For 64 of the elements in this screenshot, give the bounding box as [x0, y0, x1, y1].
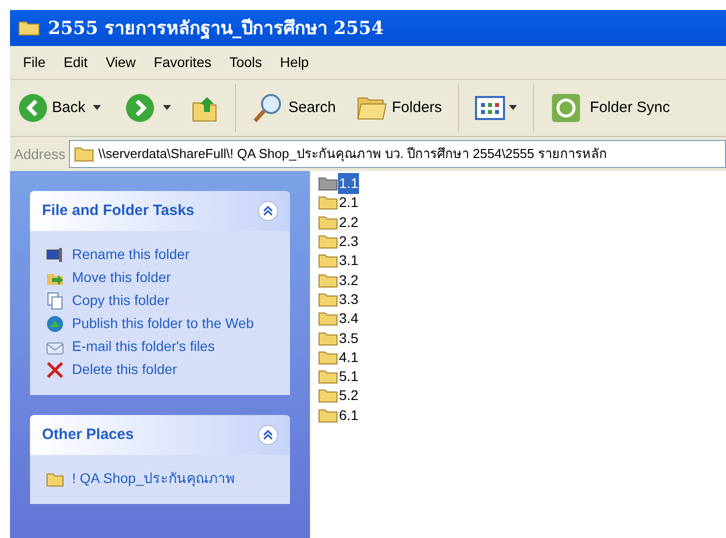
menu-item[interactable]: View	[96, 52, 145, 73]
folder-icon	[18, 20, 40, 36]
folder-icon	[318, 350, 338, 365]
menu-item[interactable]: Help	[271, 52, 318, 73]
folder-name[interactable]: 2.1	[338, 192, 360, 214]
folder-name[interactable]: 3.4	[338, 308, 360, 330]
folder-icon	[318, 330, 338, 346]
task-link[interactable]: E-mail this folder's files	[72, 337, 215, 355]
folder-icon	[318, 214, 338, 230]
folder-name[interactable]: 3.2	[338, 270, 360, 291]
folder-icon	[318, 292, 338, 307]
task-link[interactable]: Publish this folder to the Web	[72, 314, 254, 332]
back-button[interactable]: Back	[18, 93, 86, 123]
task-link[interactable]: Delete this folder	[72, 360, 178, 378]
search-button[interactable]: Search	[252, 93, 336, 123]
menu-item[interactable]: Tools	[220, 52, 272, 73]
folder-name[interactable]: 3.1	[338, 250, 360, 272]
dropdown-caret-icon[interactable]	[93, 105, 102, 111]
rename-icon	[46, 246, 64, 264]
panel-header[interactable]: File and Folder Tasks	[30, 191, 290, 231]
address-label: Address	[14, 144, 66, 164]
menu-item[interactable]: Edit	[54, 52, 97, 73]
menu-item[interactable]: Favorites	[144, 52, 220, 73]
panel-title: Other Places	[42, 424, 134, 445]
views-button[interactable]	[474, 96, 517, 120]
folder-icon	[318, 234, 338, 250]
collapse-chevron-icon[interactable]	[258, 201, 278, 221]
task-link[interactable]: Rename this folder	[72, 245, 190, 263]
collapse-chevron-icon[interactable]	[258, 425, 278, 445]
folder-name[interactable]: 1.1	[338, 173, 360, 194]
address-field[interactable]: \\serverdata\ShareFull\! QA Shop_ประกันคุณภาพ บว. ปีการศึกษา 2554\2555 รายการหลัก	[69, 140, 726, 168]
task-link[interactable]: Move this folder	[72, 268, 171, 286]
folder-icon	[318, 253, 338, 268]
folders-button[interactable]: Folders	[356, 94, 442, 122]
folder-name[interactable]: 6.1	[338, 404, 360, 426]
panel-header[interactable]: Other Places	[30, 415, 290, 455]
copy-icon	[46, 292, 64, 310]
panel-title: File and Folder Tasks	[42, 200, 194, 221]
folder-icon	[318, 272, 338, 288]
folder-name[interactable]: 3.3	[338, 288, 360, 310]
window-title: 2555 รายการหลักฐาน_ปีการศึกษา 2554	[48, 16, 384, 42]
folder-icon	[318, 369, 338, 384]
folder-icon	[318, 408, 338, 423]
menu-item[interactable]: File	[14, 52, 55, 73]
sync-icon	[550, 92, 582, 124]
folder-icon	[74, 146, 94, 162]
folder-name[interactable]: 2.3	[338, 231, 360, 252]
folder-icon	[318, 195, 338, 210]
task-link[interactable]: ! QA Shop_ประกันคุณภาพ	[72, 469, 235, 487]
folder-name[interactable]: 2.2	[338, 212, 360, 233]
folder-icon	[318, 176, 338, 192]
task-link[interactable]: Copy this folder	[72, 291, 170, 309]
dropdown-caret-icon	[508, 105, 517, 111]
folder-sync-button[interactable]: Folder Sync	[550, 92, 670, 124]
delete-cross-icon	[46, 361, 64, 379]
globe-icon	[46, 315, 64, 333]
folder-name[interactable]: 4.1	[338, 346, 360, 368]
folder-name[interactable]: 5.2	[338, 385, 360, 406]
view-grid-icon	[474, 96, 505, 120]
folder-icon	[318, 388, 338, 404]
folder-icon	[318, 311, 338, 326]
dropdown-caret-icon[interactable]	[163, 105, 172, 111]
folder-name[interactable]: 3.5	[338, 328, 360, 349]
folder-name[interactable]: 5.1	[338, 366, 360, 388]
